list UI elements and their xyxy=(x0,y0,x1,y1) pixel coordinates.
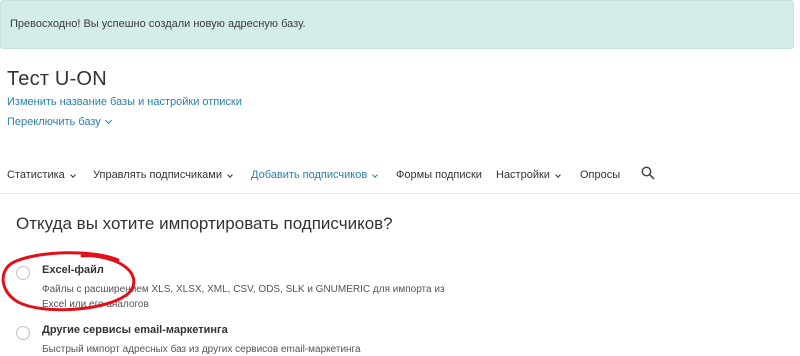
nav-manage-subscribers-label: Управлять подписчиками xyxy=(93,169,222,181)
chevron-down-icon xyxy=(227,172,233,178)
nav-add-subscribers-label: Добавить подписчиков xyxy=(251,169,368,181)
search-icon[interactable] xyxy=(641,166,655,180)
import-option-title: Excel-файл xyxy=(42,264,104,276)
success-alert-message: Превосходно! Вы успешно создали новую ад… xyxy=(10,18,306,30)
nav-settings[interactable]: Настройки xyxy=(496,169,561,181)
list-title: Тест U-ON xyxy=(7,68,107,90)
nav-surveys[interactable]: Опросы xyxy=(580,169,620,181)
radio-button[interactable] xyxy=(16,266,30,280)
nav-subscription-forms-label: Формы подписки xyxy=(396,169,482,181)
nav-statistics[interactable]: Статистика xyxy=(7,169,76,181)
switch-list-label: Переключить базу xyxy=(7,116,101,128)
success-alert: Превосходно! Вы успешно создали новую ад… xyxy=(0,0,794,49)
nav-statistics-label: Статистика xyxy=(7,169,65,181)
chevron-down-icon xyxy=(372,172,379,178)
import-question: Откуда вы хотите импортировать подписчик… xyxy=(16,214,393,233)
main-nav: Статистика Управлять подписчиками Добави… xyxy=(0,155,800,193)
chevron-down-icon xyxy=(555,172,561,178)
nav-manage-subscribers[interactable]: Управлять подписчиками xyxy=(93,169,233,181)
switch-list-link[interactable]: Переключить базу xyxy=(7,116,112,128)
chevron-down-icon xyxy=(104,116,112,125)
radio-button[interactable] xyxy=(16,326,30,340)
nav-settings-label: Настройки xyxy=(496,169,550,181)
rename-list-link[interactable]: Изменить название базы и настройки отпис… xyxy=(7,96,242,108)
nav-subscription-forms[interactable]: Формы подписки xyxy=(396,169,482,181)
nav-surveys-label: Опросы xyxy=(580,169,621,181)
import-option-title: Другие сервисы email-маркетинга xyxy=(42,324,228,336)
nav-add-subscribers[interactable]: Добавить подписчиков xyxy=(251,169,379,181)
chevron-down-icon xyxy=(69,172,76,178)
import-option-description: Быстрый импорт адресных баз из других се… xyxy=(42,344,361,355)
nav-divider xyxy=(0,193,800,194)
import-option-description: Файлы с расширением XLS, XLSX, XML, CSV,… xyxy=(42,284,445,310)
